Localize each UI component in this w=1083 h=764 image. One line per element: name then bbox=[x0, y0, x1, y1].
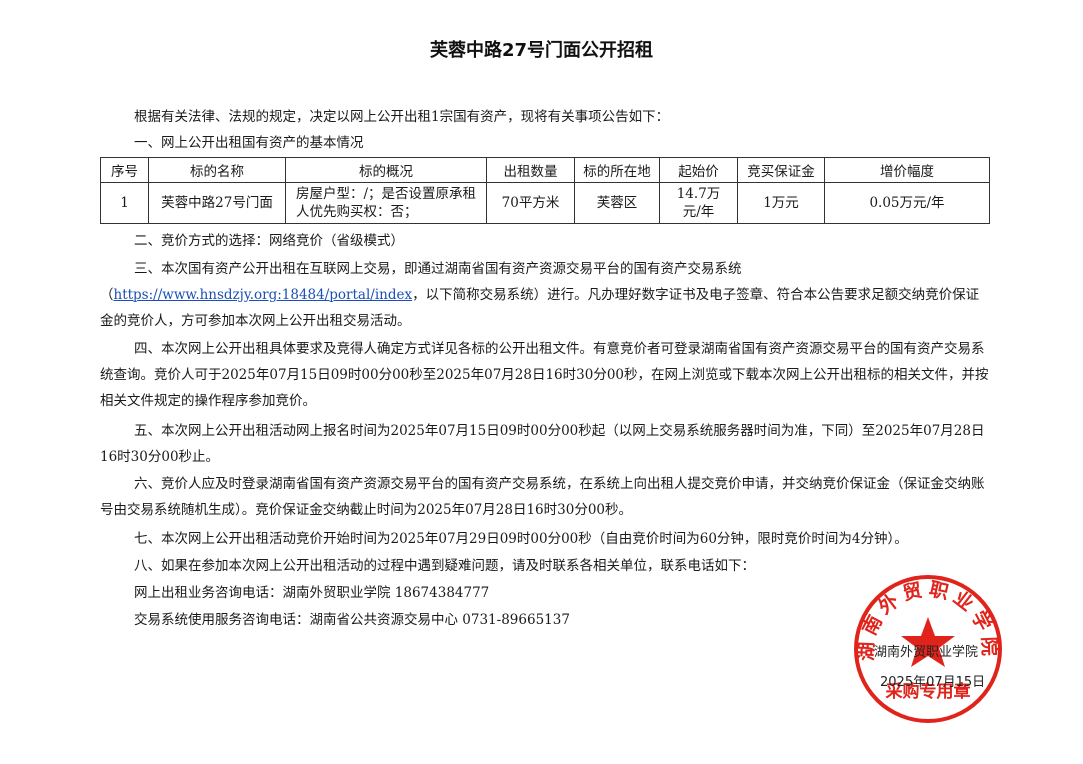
signature-org: 湖南外贸职业学院 bbox=[874, 645, 979, 660]
col-header-name: 标的名称 bbox=[148, 157, 286, 183]
cell-location: 芙蓉区 bbox=[574, 182, 660, 224]
col-header-no: 序号 bbox=[100, 157, 149, 183]
table-header-row: 序号 标的名称 标的概况 出租数量 标的所在地 起始价 竞买保证金 增价幅度 bbox=[100, 157, 990, 183]
section-2-paragraph: 二、竞价方式的选择：网络竞价（省级模式） bbox=[134, 233, 404, 249]
section-7-paragraph: 七、本次网上公开出租活动竞价开始时间为2025年07月29日09时00分00秒（… bbox=[134, 531, 908, 547]
section-3-paren: （ bbox=[100, 287, 114, 303]
trading-system-link[interactable]: https://www.hnsdzjy.org:18484/portal/ind… bbox=[114, 287, 413, 303]
table-row: 1 芙蓉中路27号门面 房屋户型：/；是否设置原承租人优先购买权：否； 70平方… bbox=[100, 182, 990, 224]
asset-table: 序号 标的名称 标的概况 出租数量 标的所在地 起始价 竞买保证金 增价幅度 1… bbox=[100, 157, 990, 224]
section-4-paragraph: 四、本次网上公开出租具体要求及竞得人确定方式详见各标的公开出租文件。有意竞价者可… bbox=[100, 341, 989, 409]
cell-no: 1 bbox=[100, 182, 149, 224]
cell-increment: 0.05万元/年 bbox=[824, 182, 990, 224]
cell-overview: 房屋户型：/；是否设置原承租人优先购买权：否； bbox=[285, 182, 487, 224]
cell-name: 芙蓉中路27号门面 bbox=[148, 182, 286, 224]
col-header-deposit: 竞买保证金 bbox=[737, 157, 825, 183]
intro-paragraph: 根据有关法律、法规的规定，决定以网上公开出租1宗国有资产，现将有关事项公告如下： bbox=[134, 109, 670, 125]
signature-date: 2025年07月15日 bbox=[880, 675, 986, 690]
col-header-increment: 增价幅度 bbox=[824, 157, 990, 183]
cell-start-price: 14.7万元/年 bbox=[659, 182, 738, 224]
cell-deposit: 1万元 bbox=[737, 182, 825, 224]
section-6-paragraph: 六、竞价人应及时登录湖南省国有资产资源交易平台的国有资产交易系统，在系统上向出租… bbox=[100, 476, 985, 518]
col-header-quantity: 出租数量 bbox=[486, 157, 575, 183]
col-header-location: 标的所在地 bbox=[574, 157, 660, 183]
cell-quantity: 70平方米 bbox=[486, 182, 575, 224]
col-header-overview: 标的概况 bbox=[285, 157, 487, 183]
section-1-heading: 一、网上公开出租国有资产的基本情况 bbox=[134, 135, 364, 151]
col-header-start-price: 起始价 bbox=[659, 157, 738, 183]
page-title: 芙蓉中路27号门面公开招租 bbox=[429, 40, 654, 61]
section-3-text-a: 三、本次国有资产公开出租在互联网上交易，即通过湖南省国有资产资源交易平台的国有资… bbox=[134, 261, 742, 277]
section-3-paragraph: 三、本次国有资产公开出租在互联网上交易，即通过湖南省国有资产资源交易平台的国有资… bbox=[100, 256, 990, 334]
section-5-paragraph: 五、本次网上公开出租活动网上报名时间为2025年07月15日09时00分00秒起… bbox=[100, 423, 985, 465]
